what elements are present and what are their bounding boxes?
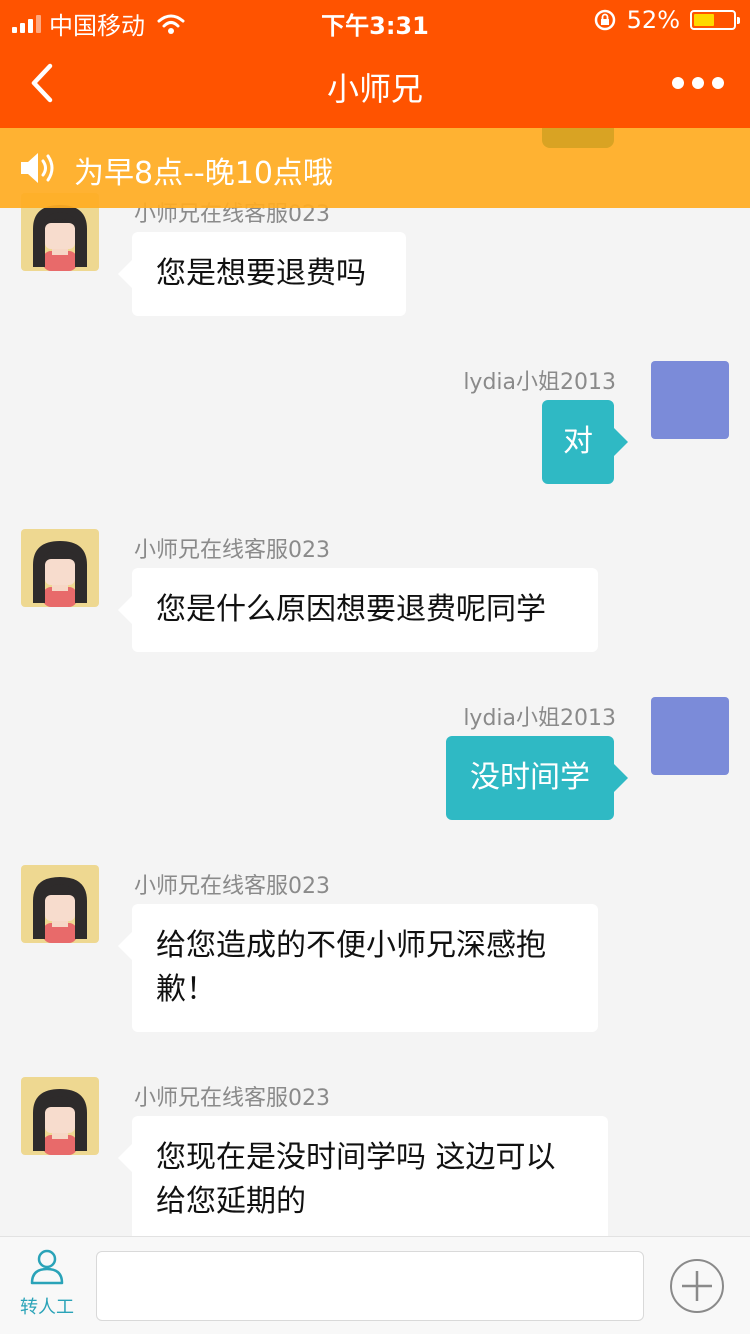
user-avatar[interactable] [651, 361, 729, 439]
sender-name: lydia小姐2013 [463, 706, 616, 731]
rotation-lock-icon [594, 9, 615, 31]
input-bar: 转人工 [0, 1236, 750, 1334]
status-bar: 中国移动 下午3:31 52% [0, 0, 750, 40]
message-input[interactable] [96, 1251, 644, 1321]
page-title: 小师兄 [326, 70, 423, 108]
chat-list[interactable]: 小师兄在线客服023 您是想要退费吗 lydia小姐2013 对 小师兄在线客服… [0, 128, 750, 1236]
sender-name: 小师兄在线客服023 [134, 874, 330, 899]
transfer-human-label: 转人工 [20, 1297, 74, 1318]
incoming-message[interactable]: 您是什么原因想要退费呢同学 [118, 568, 598, 652]
more-dots-icon[interactable] [668, 68, 728, 98]
nav-bar: 小师兄 [0, 40, 750, 128]
agent-avatar[interactable] [21, 1077, 99, 1155]
notice-banner[interactable]: 为早8点--晚10点哦 [0, 128, 750, 208]
battery-icon [690, 10, 740, 30]
incoming-message[interactable]: 您现在是没时间学吗 这边可以给您延期的 [118, 1116, 608, 1236]
outgoing-message[interactable]: 没时间学 [446, 736, 628, 820]
incoming-message[interactable]: 您是想要退费吗 [118, 232, 406, 316]
outgoing-message[interactable]: 对 [542, 400, 628, 484]
notice-text: 为早8点--晚10点哦 [74, 156, 333, 191]
person-icon [30, 1249, 64, 1285]
incoming-message[interactable]: 给您造成的不便小师兄深感抱歉！ [118, 904, 598, 1032]
sender-name: 小师兄在线客服023 [134, 1086, 330, 1111]
girl-avatar-icon [33, 1089, 87, 1155]
status-right: 52% [593, 6, 740, 34]
agent-avatar[interactable] [21, 865, 99, 943]
agent-avatar[interactable] [21, 529, 99, 607]
battery-percent: 52% [626, 6, 680, 34]
transfer-human-button[interactable]: 转人工 [8, 1247, 86, 1329]
user-avatar[interactable] [651, 697, 729, 775]
girl-avatar-icon [33, 541, 87, 607]
sender-name: 小师兄在线客服023 [134, 538, 330, 563]
sender-name: lydia小姐2013 [463, 370, 616, 395]
girl-avatar-icon [33, 877, 87, 943]
notice-tab [542, 128, 614, 148]
speaker-icon [21, 153, 54, 183]
plus-circle-icon[interactable] [668, 1257, 726, 1315]
